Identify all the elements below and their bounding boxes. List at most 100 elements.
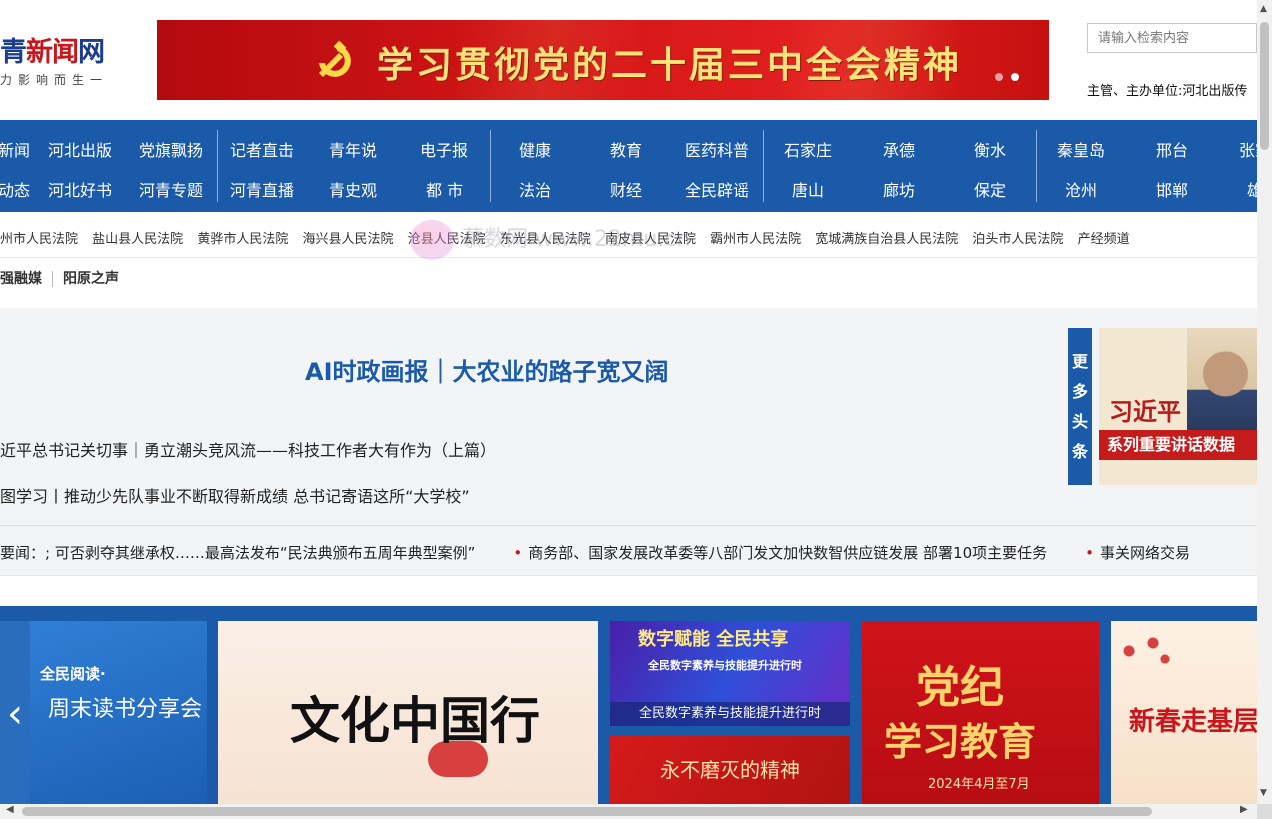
nav-link[interactable]: 河北出版 xyxy=(48,137,112,161)
banner-dot-active[interactable] xyxy=(1011,73,1019,81)
court-link[interactable]: 州市人民法院 xyxy=(0,232,78,247)
nav-link[interactable]: 都 市 xyxy=(426,177,463,201)
topic-tile-culture[interactable]: 文化中国行 xyxy=(218,621,598,806)
speech-data-card[interactable]: 习近平 系列重要讲话数据 xyxy=(1099,328,1257,485)
nav-link[interactable]: 青年说 xyxy=(329,137,377,161)
banner-pagination[interactable] xyxy=(995,73,1019,81)
topic-tile-spring[interactable]: 新春走基层 xyxy=(1111,621,1257,806)
nav-divider xyxy=(490,130,491,202)
nav-link[interactable]: 石家庄 xyxy=(784,137,832,161)
more-headlines-tab[interactable]: 更 多 头 条 xyxy=(1068,328,1092,485)
banner-dot[interactable] xyxy=(995,73,1003,81)
channel-link[interactable]: 产经频道 xyxy=(1078,232,1130,247)
nav-link[interactable]: 沧州 xyxy=(1065,177,1097,201)
more-tab-char: 条 xyxy=(1071,441,1088,461)
court-link[interactable]: 南皮县人民法院 xyxy=(605,232,696,247)
tile-title: 党纪 xyxy=(916,662,1004,713)
nav-link[interactable]: 张家 xyxy=(1239,137,1257,161)
tile-title: 永不磨灭的精神 xyxy=(660,758,800,782)
ticker-label: 要闻： xyxy=(0,544,46,562)
nav-link[interactable]: 河北好书 xyxy=(48,177,112,201)
nav-link[interactable]: 衡水 xyxy=(974,137,1006,161)
divider xyxy=(0,525,1257,526)
plum-blossom-decoration xyxy=(1117,631,1177,671)
top-banner[interactable]: 学习贯彻党的二十届三中全会精神 xyxy=(157,20,1049,100)
court-link[interactable]: 霸州市人民法院 xyxy=(710,232,801,247)
scroll-up-icon[interactable]: ▲ xyxy=(1260,4,1267,14)
court-link[interactable]: 东光县人民法院 xyxy=(500,232,591,247)
tile-title: 新春走基层 xyxy=(1129,707,1257,737)
scrollbar-thumb[interactable] xyxy=(22,807,1152,816)
banner-title: 学习贯彻党的二十届三中全会精神 xyxy=(377,44,963,86)
headline-title[interactable]: AI时政画报｜大农业的路子宽又阔 xyxy=(305,352,669,387)
nav-link[interactable]: 河青专题 xyxy=(139,177,203,201)
bullet-icon: • xyxy=(1085,544,1094,562)
nav-link[interactable]: 唐山 xyxy=(792,177,824,201)
logo-wordmark: 青新闻网 xyxy=(0,37,105,68)
story-link[interactable]: 近平总书记关切事｜勇立潮头竞风流——科技工作者大有作为（上篇） xyxy=(0,437,496,461)
site-logo[interactable]: 青新闻网 力影响而生一 xyxy=(0,30,120,88)
nav-link[interactable]: 邯郸 xyxy=(1156,177,1188,201)
more-tab-char: 多 xyxy=(1071,381,1088,401)
party-emblem-icon xyxy=(319,40,351,77)
court-link[interactable]: 泊头市人民法院 xyxy=(972,232,1063,247)
nav-link[interactable]: 廊坊 xyxy=(883,177,915,201)
nav-link[interactable]: 医药科普 xyxy=(685,137,749,161)
nav-link[interactable]: 秦皇岛 xyxy=(1057,137,1105,161)
scrollbar-thumb[interactable] xyxy=(1260,22,1269,150)
vertical-scrollbar[interactable]: ▲ ▼ xyxy=(1257,0,1272,819)
nav-link[interactable]: 承德 xyxy=(883,137,915,161)
portrait-image xyxy=(1187,328,1257,430)
nav-link[interactable]: 雄安 xyxy=(1247,177,1257,201)
court-link[interactable]: 黄骅市人民法院 xyxy=(197,232,288,247)
tile-title: 全民阅读· xyxy=(40,665,106,683)
horizontal-scrollbar[interactable]: ◀ ▶ xyxy=(0,804,1257,819)
nav-link[interactable]: 青史观 xyxy=(329,177,377,201)
ticker-item[interactable]: ; 可否剥夺其继承权……最高法发布“民法典颁布五周年典型案例” xyxy=(45,544,475,562)
tile-subtitle: 全民数字素养与技能提升进行时 xyxy=(648,659,802,672)
nav-link[interactable]: 法治 xyxy=(519,177,551,201)
divider xyxy=(0,575,1257,576)
tile-caption: 全民数字素养与技能提升进行时 xyxy=(610,702,850,726)
nav-link[interactable]: 保定 xyxy=(974,177,1006,201)
nav-divider xyxy=(217,130,218,202)
search-box[interactable] xyxy=(1087,23,1257,53)
search-input[interactable] xyxy=(1088,24,1256,52)
nav-link[interactable]: 动态 xyxy=(0,177,30,201)
topic-tile-spirit[interactable]: 永不磨灭的精神 xyxy=(610,736,850,806)
nav-link[interactable]: 电子报 xyxy=(420,137,468,161)
sub-link[interactable]: 阳原之声 xyxy=(63,271,119,287)
court-link[interactable]: 沧县人民法院 xyxy=(408,232,486,247)
nav-link[interactable]: 财经 xyxy=(610,177,642,201)
nav-link[interactable]: 河青直播 xyxy=(230,177,294,201)
carousel-prev-button[interactable]: ‹ xyxy=(0,621,30,806)
ticker-item[interactable]: 事关网络交易 xyxy=(1100,544,1190,562)
topic-tile-reading[interactable]: 全民阅读· 周末读书分享会 xyxy=(30,621,207,806)
tile-date: 2024年4月至7月 xyxy=(928,777,1030,792)
court-link-row: 州市人民法院 盐山县人民法院 黄骅市人民法院 海兴县人民法院 沧县人民法院 东光… xyxy=(0,228,1257,247)
nav-link[interactable]: 全民辟谣 xyxy=(685,177,749,201)
ticker-item[interactable]: 商务部、国家发展改革委等八部门发文加快数智供应链发展 部署10项主要任务 xyxy=(528,544,1047,562)
nav-link[interactable]: 记者直击 xyxy=(230,137,294,161)
tile-title: 数字赋能 全民共享 xyxy=(638,629,789,650)
topic-tile-discipline[interactable]: 党纪 学习教育 2024年4月至7月 xyxy=(862,621,1099,806)
scroll-down-icon[interactable]: ▼ xyxy=(1260,788,1267,798)
scroll-left-icon[interactable]: ◀ xyxy=(6,804,14,815)
sponsor-text: 主管、主办单位:河北出版传 xyxy=(1087,84,1248,99)
scroll-right-icon[interactable]: ▶ xyxy=(1240,804,1248,815)
tile-subtitle: 学习教育 xyxy=(884,719,1037,764)
tile-title: 文化中国行 xyxy=(290,691,540,750)
court-link[interactable]: 海兴县人民法院 xyxy=(302,232,393,247)
tile-subtitle: 周末读书分享会 xyxy=(48,697,203,722)
nav-link[interactable]: 新闻 xyxy=(0,137,30,161)
nav-link[interactable]: 党旗飘扬 xyxy=(139,137,203,161)
nav-link[interactable]: 教育 xyxy=(610,137,642,161)
court-link[interactable]: 盐山县人民法院 xyxy=(92,232,183,247)
nav-link[interactable]: 健康 xyxy=(519,137,551,161)
divider xyxy=(0,257,1257,258)
topic-tile-digital[interactable]: 数字赋能 全民共享 全民数字素养与技能提升进行时 全民数字素养与技能提升进行时 xyxy=(610,621,850,726)
story-link[interactable]: 图学习丨推动少先队事业不断取得新成绩 总书记寄语这所“大学校” xyxy=(0,483,470,507)
nav-link[interactable]: 邢台 xyxy=(1156,137,1188,161)
court-link[interactable]: 宽城满族自治县人民法院 xyxy=(815,232,958,247)
sub-link[interactable]: 强融媒 xyxy=(0,271,42,287)
